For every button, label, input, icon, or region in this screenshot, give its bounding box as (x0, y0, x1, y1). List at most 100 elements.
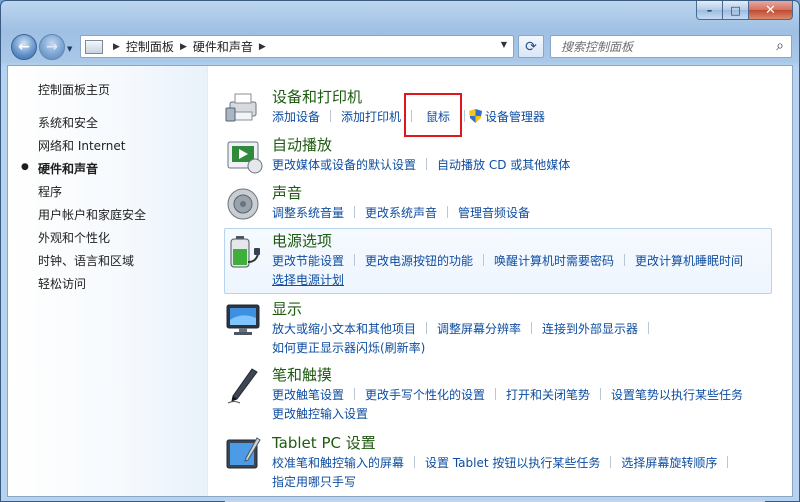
search-box[interactable]: ⌕ (550, 35, 792, 58)
close-button[interactable]: ✕ (749, 1, 793, 20)
category-links: 调整系统音量 更改系统声音 管理音频设备 (272, 204, 782, 223)
category-links: 校准笔和触控输入的屏幕 设置 Tablet 按钮以执行某些任务 选择屏幕旋转顺序指定… (272, 454, 782, 492)
uac-shield-icon (469, 109, 483, 123)
divider (426, 158, 428, 170)
recent-pages-dropdown[interactable]: ▼ (67, 45, 72, 53)
monitor-icon (226, 304, 260, 335)
link-tablet-buttons[interactable]: 设置 Tablet 按钮以执行某些任务 (425, 456, 600, 470)
link-flicks-toggle[interactable]: 打开和关闭笔势 (506, 388, 590, 402)
speaker-icon (227, 188, 259, 220)
divider (447, 206, 449, 218)
link-change-sounds[interactable]: 更改系统声音 (365, 206, 437, 220)
sidebar: 控制面板主页 系统和安全 网络和 Internet ● 硬件和声音 程序 用户帐… (8, 66, 208, 496)
address-bar[interactable]: ▶ 控制面板 ▶ 硬件和声音 ▶ ▼ (80, 35, 514, 58)
sidebar-item-network[interactable]: 网络和 Internet (38, 137, 125, 154)
link-pen-settings[interactable]: 更改触笔设置 (272, 388, 344, 402)
link-handwriting[interactable]: 更改手写个性化的设置 (365, 388, 485, 402)
minimize-button[interactable]: – (696, 1, 723, 20)
link-device-manager[interactable]: 设备管理器 (485, 110, 545, 124)
breadcrumb-control-panel[interactable]: 控制面板 (126, 38, 174, 55)
link-external-display[interactable]: 连接到外部显示器 (542, 322, 638, 336)
sidebar-item-programs[interactable]: 程序 (38, 183, 62, 200)
divider (600, 388, 602, 400)
link-sleep-time[interactable]: 更改计算机睡眠时间 (635, 254, 743, 268)
divider (483, 254, 485, 266)
link-rotation-order[interactable]: 选择屏幕旋转顺序 (621, 456, 717, 470)
caption-buttons: – □ ✕ (696, 1, 793, 20)
sidebar-item-clock-region[interactable]: 时钟、语言和区域 (38, 252, 134, 269)
category-title-power-options[interactable]: 电源选项 (272, 230, 332, 251)
link-manage-audio[interactable]: 管理音频设备 (458, 206, 530, 220)
divider (495, 388, 497, 400)
link-refresh-rate[interactable]: 如何更正显示器闪烁(刷新率) (272, 341, 425, 355)
category-title-tablet-pc[interactable]: Tablet PC 设置 (272, 432, 376, 453)
category-title-autoplay[interactable]: 自动播放 (272, 134, 332, 155)
category-sound: 声音 调整系统音量 更改系统声音 管理音频设备 (220, 182, 780, 228)
category-title-pen-touch[interactable]: 笔和触摸 (272, 364, 332, 385)
control-panel-window: – □ ✕ ← → ▼ ▶ 控制面板 ▶ 硬件和声音 ▶ ▼ ⟳ ⌕ 控制面板主… (0, 0, 800, 502)
divider (354, 206, 356, 218)
refresh-button[interactable]: ⟳ (518, 35, 544, 58)
category-title-display[interactable]: 显示 (272, 298, 302, 319)
sidebar-item-ease-of-access[interactable]: 轻松访问 (38, 275, 86, 292)
maximize-button[interactable]: □ (723, 1, 749, 20)
link-add-printer[interactable]: 添加打印机 (341, 110, 401, 124)
forward-arrow-icon: → (46, 39, 58, 55)
link-power-saving[interactable]: 更改节能设置 (272, 254, 344, 268)
category-power-options: 电源选项 更改节能设置 更改电源按钮的功能 唤醒计算机时需要密码 更改计算机睡眠时间选… (220, 230, 780, 292)
content-area: 控制面板主页 系统和安全 网络和 Internet ● 硬件和声音 程序 用户帐… (7, 65, 793, 497)
divider (426, 322, 428, 334)
back-button[interactable]: ← (11, 34, 37, 60)
category-tablet-pc: Tablet PC 设置 校准笔和触控输入的屏幕 设置 Tablet 按钮以执行某… (220, 432, 780, 494)
divider (624, 254, 626, 266)
link-touch-input[interactable]: 更改触控输入设置 (272, 407, 368, 421)
divider (727, 456, 729, 468)
link-wake-password[interactable]: 唤醒计算机时需要密码 (494, 254, 614, 268)
breadcrumb-chevron-icon[interactable]: ▶ (180, 42, 187, 52)
sidebar-item-hardware-sound[interactable]: 硬件和声音 (38, 160, 98, 177)
divider (610, 456, 612, 468)
sidebar-item-appearance[interactable]: 外观和个性化 (38, 229, 110, 246)
category-links: 更改节能设置 更改电源按钮的功能 唤醒计算机时需要密码 更改计算机睡眠时间选择电源计划 (272, 252, 782, 290)
tablet-icon (226, 437, 261, 469)
divider (648, 322, 650, 334)
battery-icon (230, 236, 260, 268)
link-change-default-media[interactable]: 更改媒体或设备的默认设置 (272, 158, 416, 172)
pen-icon (227, 368, 258, 404)
breadcrumb-chevron-icon[interactable]: ▶ (259, 42, 266, 52)
category-links: 更改触笔设置 更改手写个性化的设置 打开和关闭笔势 设置笔势以执行某些任务更改触控输入… (272, 386, 782, 424)
link-flicks-tasks[interactable]: 设置笔势以执行某些任务 (611, 388, 743, 402)
forward-button[interactable]: → (39, 34, 65, 60)
category-title-sound[interactable]: 声音 (272, 182, 302, 203)
category-display: 显示 放大或缩小文本和其他项目 调整屏幕分辨率 连接到外部显示器如何更正显示器闪烁(… (220, 298, 780, 360)
link-text-size[interactable]: 放大或缩小文本和其他项目 (272, 322, 416, 336)
category-devices-printers: 设备和打印机 添加设备 添加打印机 鼠标 设备管理器 (220, 86, 780, 132)
link-choose-power-plan[interactable]: 选择电源计划 (272, 273, 344, 287)
category-autoplay: 自动播放 更改媒体或设备的默认设置 自动播放 CD 或其他媒体 (220, 134, 780, 180)
close-icon: ✕ (765, 2, 776, 18)
sidebar-item-user-accounts[interactable]: 用户帐户和家庭安全 (38, 206, 146, 223)
control-panel-icon (85, 39, 103, 54)
sidebar-home-link[interactable]: 控制面板主页 (38, 81, 110, 98)
address-dropdown-icon[interactable]: ▼ (501, 40, 507, 49)
breadcrumb-chevron-icon[interactable]: ▶ (113, 42, 120, 52)
maximize-icon: □ (730, 3, 741, 17)
search-input[interactable] (561, 39, 761, 54)
sidebar-item-system-security[interactable]: 系统和安全 (38, 114, 98, 131)
link-power-button[interactable]: 更改电源按钮的功能 (365, 254, 473, 268)
link-add-device[interactable]: 添加设备 (272, 110, 320, 124)
link-screen-resolution[interactable]: 调整屏幕分辨率 (437, 322, 521, 336)
breadcrumb-hardware-sound[interactable]: 硬件和声音 (193, 38, 253, 55)
divider (354, 254, 356, 266)
category-links: 放大或缩小文本和其他项目 调整屏幕分辨率 连接到外部显示器如何更正显示器闪烁(刷新率… (272, 320, 782, 358)
link-calibrate[interactable]: 校准笔和触控输入的屏幕 (272, 456, 404, 470)
divider (531, 322, 533, 334)
link-autoplay-cd[interactable]: 自动播放 CD 或其他媒体 (437, 158, 570, 172)
category-links: 更改媒体或设备的默认设置 自动播放 CD 或其他媒体 (272, 156, 782, 175)
link-adjust-volume[interactable]: 调整系统音量 (272, 206, 344, 220)
category-title-devices-printers[interactable]: 设备和打印机 (272, 86, 362, 107)
search-icon[interactable]: ⌕ (776, 38, 784, 54)
link-handedness[interactable]: 指定用哪只手写 (272, 475, 356, 489)
refresh-icon: ⟳ (525, 38, 537, 55)
category-pen-touch: 笔和触摸 更改触笔设置 更改手写个性化的设置 打开和关闭笔势 设置笔势以执行某些任务更… (220, 364, 780, 426)
